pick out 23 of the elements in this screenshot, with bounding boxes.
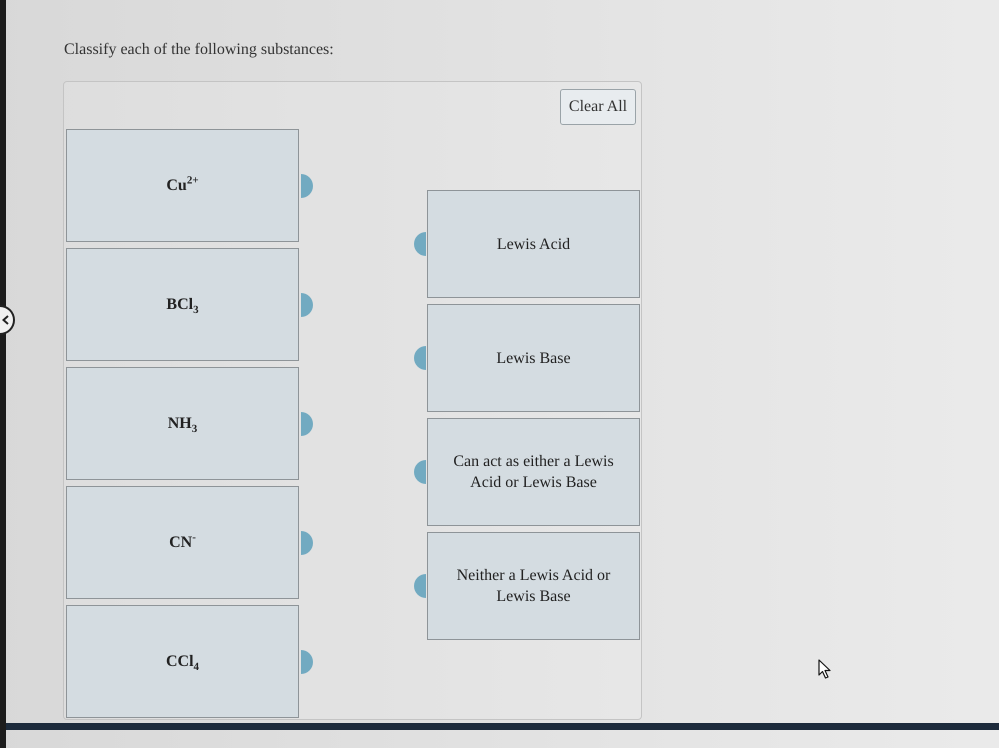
substance-tile[interactable]: CN$^{-}$ bbox=[66, 486, 299, 599]
category-tile[interactable]: Lewis Base bbox=[427, 304, 640, 412]
substance-tile[interactable]: Cu$^{2+}$ bbox=[66, 129, 299, 242]
category-tile[interactable]: Can act as either a Lewis Acid or Lewis Base bbox=[427, 418, 640, 526]
connector-handle-icon[interactable] bbox=[413, 346, 426, 370]
connector-handle-icon[interactable] bbox=[301, 650, 314, 674]
substance-tile[interactable]: NH$_{3}$ bbox=[66, 367, 299, 480]
collapse-button[interactable] bbox=[0, 305, 15, 335]
cursor-icon bbox=[818, 659, 832, 679]
question-prompt: Classify each of the following substances: bbox=[64, 40, 334, 60]
connector-handle-icon[interactable] bbox=[301, 292, 314, 316]
connector-handle-icon[interactable] bbox=[413, 460, 426, 484]
connector-handle-icon[interactable] bbox=[413, 232, 426, 256]
category-tile[interactable]: Lewis Acid bbox=[427, 190, 640, 298]
category-tile[interactable]: Neither a Lewis Acid or Lewis Base bbox=[427, 532, 640, 640]
connector-handle-icon[interactable] bbox=[301, 174, 314, 198]
substance-tile[interactable]: CCl$_{4}$ bbox=[66, 605, 299, 718]
connector-handle-icon[interactable] bbox=[413, 574, 426, 598]
substance-tile[interactable]: BCl$_{3}$ bbox=[66, 248, 299, 361]
connector-handle-icon[interactable] bbox=[301, 530, 314, 554]
chevron-left-icon bbox=[2, 315, 9, 325]
clear-all-button[interactable]: Clear All bbox=[560, 89, 636, 125]
connector-handle-icon[interactable] bbox=[301, 412, 314, 436]
